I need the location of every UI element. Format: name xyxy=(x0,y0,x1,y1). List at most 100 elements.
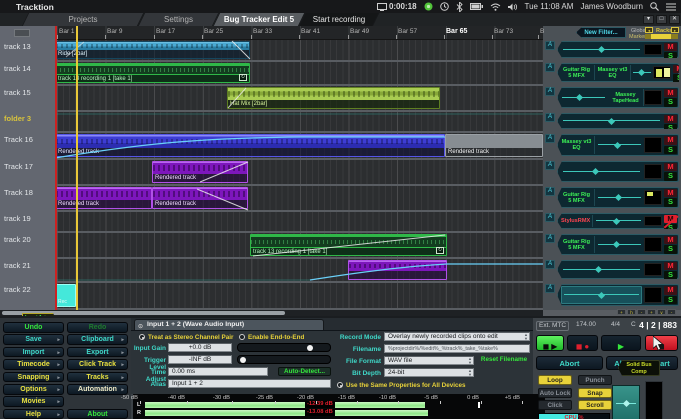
record-mode-dropdown[interactable]: Overlay newly recorded clips onto edit ▲ ▼ xyxy=(384,332,530,341)
filter-strip-folder-3[interactable]: MS xyxy=(557,113,679,129)
volume-slider[interactable] xyxy=(561,115,662,127)
automation-button[interactable]: A xyxy=(545,284,555,293)
play-button[interactable]: ▶ xyxy=(601,335,641,351)
toggle-snap[interactable]: Snap xyxy=(578,387,612,398)
volume-slider[interactable] xyxy=(561,43,642,56)
trigger-level-slider[interactable] xyxy=(237,355,331,364)
spotlight-search-icon[interactable] xyxy=(650,2,659,11)
zoom-control-[interactable]: + xyxy=(647,309,656,315)
filter-panel-scrollbar-thumb[interactable] xyxy=(651,34,671,39)
volume-slider[interactable] xyxy=(561,89,606,106)
toggle-auto-lock[interactable]: Auto Lock xyxy=(538,387,572,398)
solo-button[interactable]: S xyxy=(664,270,677,279)
solo-button[interactable]: S xyxy=(664,97,677,107)
filter-strip-track-16[interactable]: Massey vt3 EQ M S xyxy=(557,134,679,156)
reset-filename-button[interactable]: Reset Filename xyxy=(478,356,530,365)
zoom-control-[interactable]: + xyxy=(617,309,626,315)
filter-strip-track-22[interactable]: MS xyxy=(557,284,679,306)
tab-start-recording[interactable]: Start recording xyxy=(298,13,380,26)
battery-menu-icon[interactable] xyxy=(469,3,483,10)
auto-detect-button[interactable]: Auto-Detect... xyxy=(278,367,331,376)
clip-rendered-track[interactable]: Rendered track xyxy=(152,161,248,183)
tab-settings[interactable]: Settings xyxy=(137,13,220,26)
volume-slider-knob[interactable] xyxy=(597,45,606,54)
menu-snapping[interactable]: Snapping ▸ xyxy=(3,371,64,383)
track-name-track-18[interactable]: Track 18 xyxy=(4,189,52,197)
filter-strip-track-15[interactable]: Massey TapeHead M S xyxy=(557,87,679,108)
menu-save[interactable]: Save ▸ xyxy=(3,334,64,345)
track-header-corner-button[interactable] xyxy=(14,29,30,37)
volume-slider-knob[interactable] xyxy=(612,217,620,225)
solo-button[interactable]: S xyxy=(664,295,677,304)
solo-button[interactable]: S xyxy=(664,171,677,181)
window-maximize-button[interactable]: □ xyxy=(656,15,667,24)
time-adjust-field[interactable]: 0.00 ms xyxy=(168,367,268,376)
track-lane-track-21[interactable] xyxy=(55,259,543,281)
master-plugin-badge[interactable]: Solid Bus Comp xyxy=(618,360,660,376)
input-device-badge[interactable]: Input 1 + R xyxy=(22,313,58,316)
track-lane-track-19[interactable] xyxy=(55,212,543,231)
clip-track-13-recording-1-take-1[interactable]: track 13 recording 1 [take 1] ↻ xyxy=(250,234,447,256)
track-name-track-22[interactable]: track 22 xyxy=(4,286,52,294)
volume-slider-knob[interactable] xyxy=(597,291,606,299)
volume-slider-knob[interactable] xyxy=(594,265,602,274)
volume-slider-knob[interactable] xyxy=(615,193,623,202)
plugin-stylusrmx[interactable]: StylusRMX xyxy=(559,215,594,227)
menu-import[interactable]: Import ▸ xyxy=(3,346,64,358)
filter-strip-track-13[interactable]: MS xyxy=(557,41,679,58)
master-fader-knob[interactable] xyxy=(622,399,630,407)
menu-timecode[interactable]: Timecode ▸ xyxy=(3,359,64,370)
mute-button[interactable]: M xyxy=(664,235,677,245)
mute-button[interactable]: M xyxy=(664,42,677,52)
stepper-icon[interactable]: ▲ ▼ xyxy=(524,333,528,340)
mute-button[interactable]: M xyxy=(664,286,677,295)
volume-slider[interactable] xyxy=(561,163,642,180)
automation-button[interactable]: A xyxy=(545,213,555,222)
trigger-level-field[interactable]: -INF dB xyxy=(168,355,232,364)
new-filter-button[interactable]: New Filter... xyxy=(576,27,626,38)
mute-button[interactable]: M xyxy=(664,261,677,271)
volume-slider-knob[interactable] xyxy=(613,240,621,249)
filter-strip-track-14[interactable]: Guitar Rig 5 MFX Massey vt3 EQ M S xyxy=(557,63,679,82)
track-lane-track-17[interactable] xyxy=(55,160,543,184)
menu-options[interactable]: Options ▸ xyxy=(3,384,64,395)
master-fader[interactable] xyxy=(612,385,640,419)
notification-center-icon[interactable] xyxy=(666,3,676,11)
track-name-track-17[interactable]: Track 17 xyxy=(4,163,52,171)
racks-right-arrow[interactable]: ▸ xyxy=(671,27,679,33)
bluetooth-menu-icon[interactable] xyxy=(456,1,463,12)
menu-clock-text[interactable]: Tue 11:08 AM xyxy=(525,2,574,11)
clip-unnamed[interactable] xyxy=(348,260,447,280)
clip-rendered-track[interactable]: Rendered track xyxy=(55,134,445,157)
stereo-pair-radio[interactable] xyxy=(139,334,145,340)
clip-rec[interactable]: Rec xyxy=(55,284,76,307)
file-format-dropdown[interactable]: WAV file ▲ ▼ xyxy=(384,356,474,365)
volume-slider[interactable] xyxy=(561,286,642,304)
volume-slider-knob[interactable] xyxy=(575,93,583,102)
app-status-icon[interactable] xyxy=(424,2,433,11)
track-lane-folder-3[interactable] xyxy=(55,112,543,131)
volume-slider-knob[interactable] xyxy=(637,68,645,77)
volume-slider[interactable] xyxy=(597,136,642,154)
wifi-menu-icon[interactable] xyxy=(490,3,501,11)
filter-strip-track-17[interactable]: MS xyxy=(557,161,679,182)
mute-button[interactable]: M xyxy=(664,114,677,124)
volume-menu-icon[interactable] xyxy=(507,3,518,11)
track-name-track-15[interactable]: track 15 xyxy=(4,89,52,97)
menu-movies[interactable]: Movies ▸ xyxy=(3,396,64,407)
tab-bug-tracker-edit-5[interactable]: Bug Tracker Edit 5 xyxy=(212,13,306,26)
app-name[interactable]: Tracktion xyxy=(16,2,54,12)
zoom-control-[interactable]: - xyxy=(637,309,646,315)
filter-strip-track-19[interactable]: StylusRMX M S xyxy=(557,213,679,229)
filter-panel-scrollbar[interactable] xyxy=(645,34,678,39)
key-readout[interactable]: C xyxy=(631,321,636,328)
automation-button[interactable]: A xyxy=(545,113,555,122)
solo-button[interactable]: S xyxy=(664,244,677,254)
track-name-track-20[interactable]: track 20 xyxy=(4,236,52,244)
clip-rendered-track[interactable]: Rendered track xyxy=(445,134,543,157)
plugin-guitar-rig-5-mfx[interactable]: Guitar Rig 5 MFX xyxy=(559,65,595,80)
window-minimize-button[interactable]: ▾ xyxy=(643,15,654,24)
track-name-track-21[interactable]: track 21 xyxy=(4,262,52,270)
track-lane-track-22[interactable] xyxy=(55,283,543,308)
stepper-icon[interactable]: ▲ ▼ xyxy=(468,357,472,364)
